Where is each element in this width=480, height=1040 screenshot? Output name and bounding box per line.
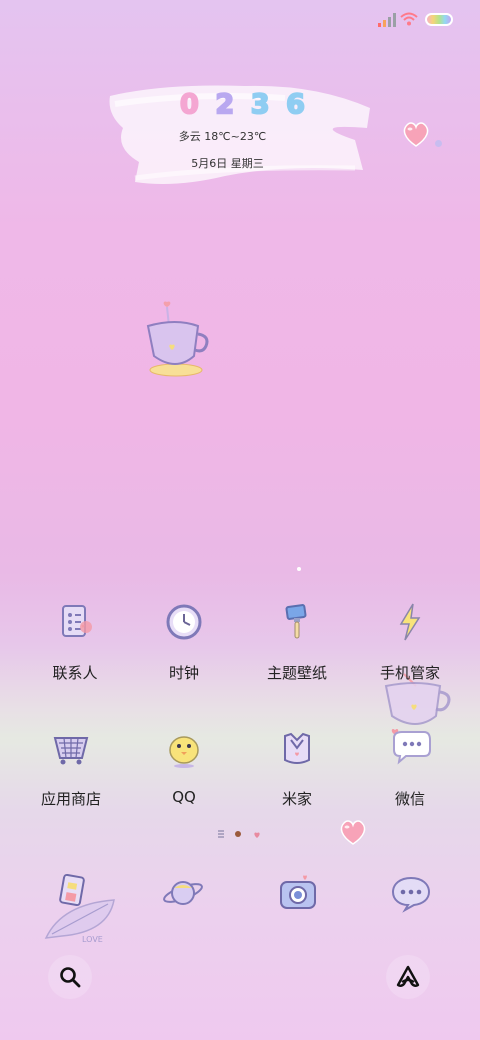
search-icon xyxy=(60,967,81,988)
assistant-icon xyxy=(396,965,420,987)
app-clock[interactable]: 时钟 xyxy=(124,600,244,683)
page-indicator-menu-icon xyxy=(218,830,224,838)
basket-icon xyxy=(53,737,89,765)
app-app-store[interactable]: 应用商店 xyxy=(11,726,131,809)
heart-sticker-icon xyxy=(340,820,366,845)
signal-icon xyxy=(378,13,396,27)
battery-icon xyxy=(425,13,453,26)
app-themes[interactable]: 主题壁纸 xyxy=(237,600,357,683)
chat-bubble-icon xyxy=(391,728,431,765)
svg-text:LOVE: LOVE xyxy=(82,935,103,944)
camera-icon xyxy=(280,875,316,909)
app-label: 时钟 xyxy=(168,664,199,682)
dock-app-messages[interactable] xyxy=(388,870,434,920)
app-qq[interactable]: QQ xyxy=(124,726,244,806)
app-label: QQ xyxy=(172,788,196,806)
dock-app-browser[interactable] xyxy=(160,870,206,920)
clock-time: 0 2 3 6 xyxy=(179,88,306,122)
app-label: 应用商店 xyxy=(40,790,101,808)
app-contacts[interactable]: 联系人 xyxy=(15,600,135,683)
clock-hour-tens: 0 xyxy=(179,89,200,121)
dock-app-phone[interactable] xyxy=(50,870,96,920)
app-label: 手机管家 xyxy=(379,664,440,682)
app-mijia[interactable]: 米家 xyxy=(237,726,357,809)
dock-app-camera[interactable] xyxy=(275,870,321,920)
app-wechat[interactable]: 微信 xyxy=(350,726,470,809)
app-label: 微信 xyxy=(394,790,425,808)
heart-sticker-icon xyxy=(403,122,429,147)
clock-hour-ones: 2 xyxy=(214,89,235,121)
clock-minute-ones: 6 xyxy=(285,89,306,121)
wifi-icon xyxy=(400,12,418,26)
planet-icon xyxy=(163,881,203,905)
clock-icon xyxy=(166,604,202,640)
app-label: 联系人 xyxy=(52,664,98,682)
sparkle-dot xyxy=(297,567,301,571)
page-dot-heart xyxy=(254,832,260,838)
app-label: 米家 xyxy=(281,790,312,808)
lightning-icon xyxy=(399,603,421,641)
assistant-button[interactable] xyxy=(386,955,430,999)
search-button[interactable] xyxy=(48,955,92,999)
message-icon xyxy=(391,876,431,913)
contacts-icon xyxy=(62,605,92,637)
weather-text: 多云 18℃~23℃ xyxy=(178,130,267,143)
teacup-sticker-icon xyxy=(146,301,209,377)
chick-icon xyxy=(169,736,199,768)
page-dot-current xyxy=(235,831,241,837)
status-bar xyxy=(0,0,480,40)
date-text: 5月6日 星期三 xyxy=(191,157,264,170)
mijia-icon xyxy=(284,732,310,764)
app-label: 主题壁纸 xyxy=(266,664,327,682)
phone-doodle-icon xyxy=(59,873,85,907)
theme-brush-icon xyxy=(285,604,307,639)
page-indicator[interactable] xyxy=(214,826,266,842)
clock-minute-tens: 3 xyxy=(250,89,271,121)
clock-weather-widget[interactable]: 0 2 3 6 多云 18℃~23℃ 5月6日 星期三 xyxy=(105,78,375,198)
app-phone-manager[interactable]: 手机管家 xyxy=(350,600,470,683)
sparkle-dot xyxy=(435,140,442,147)
